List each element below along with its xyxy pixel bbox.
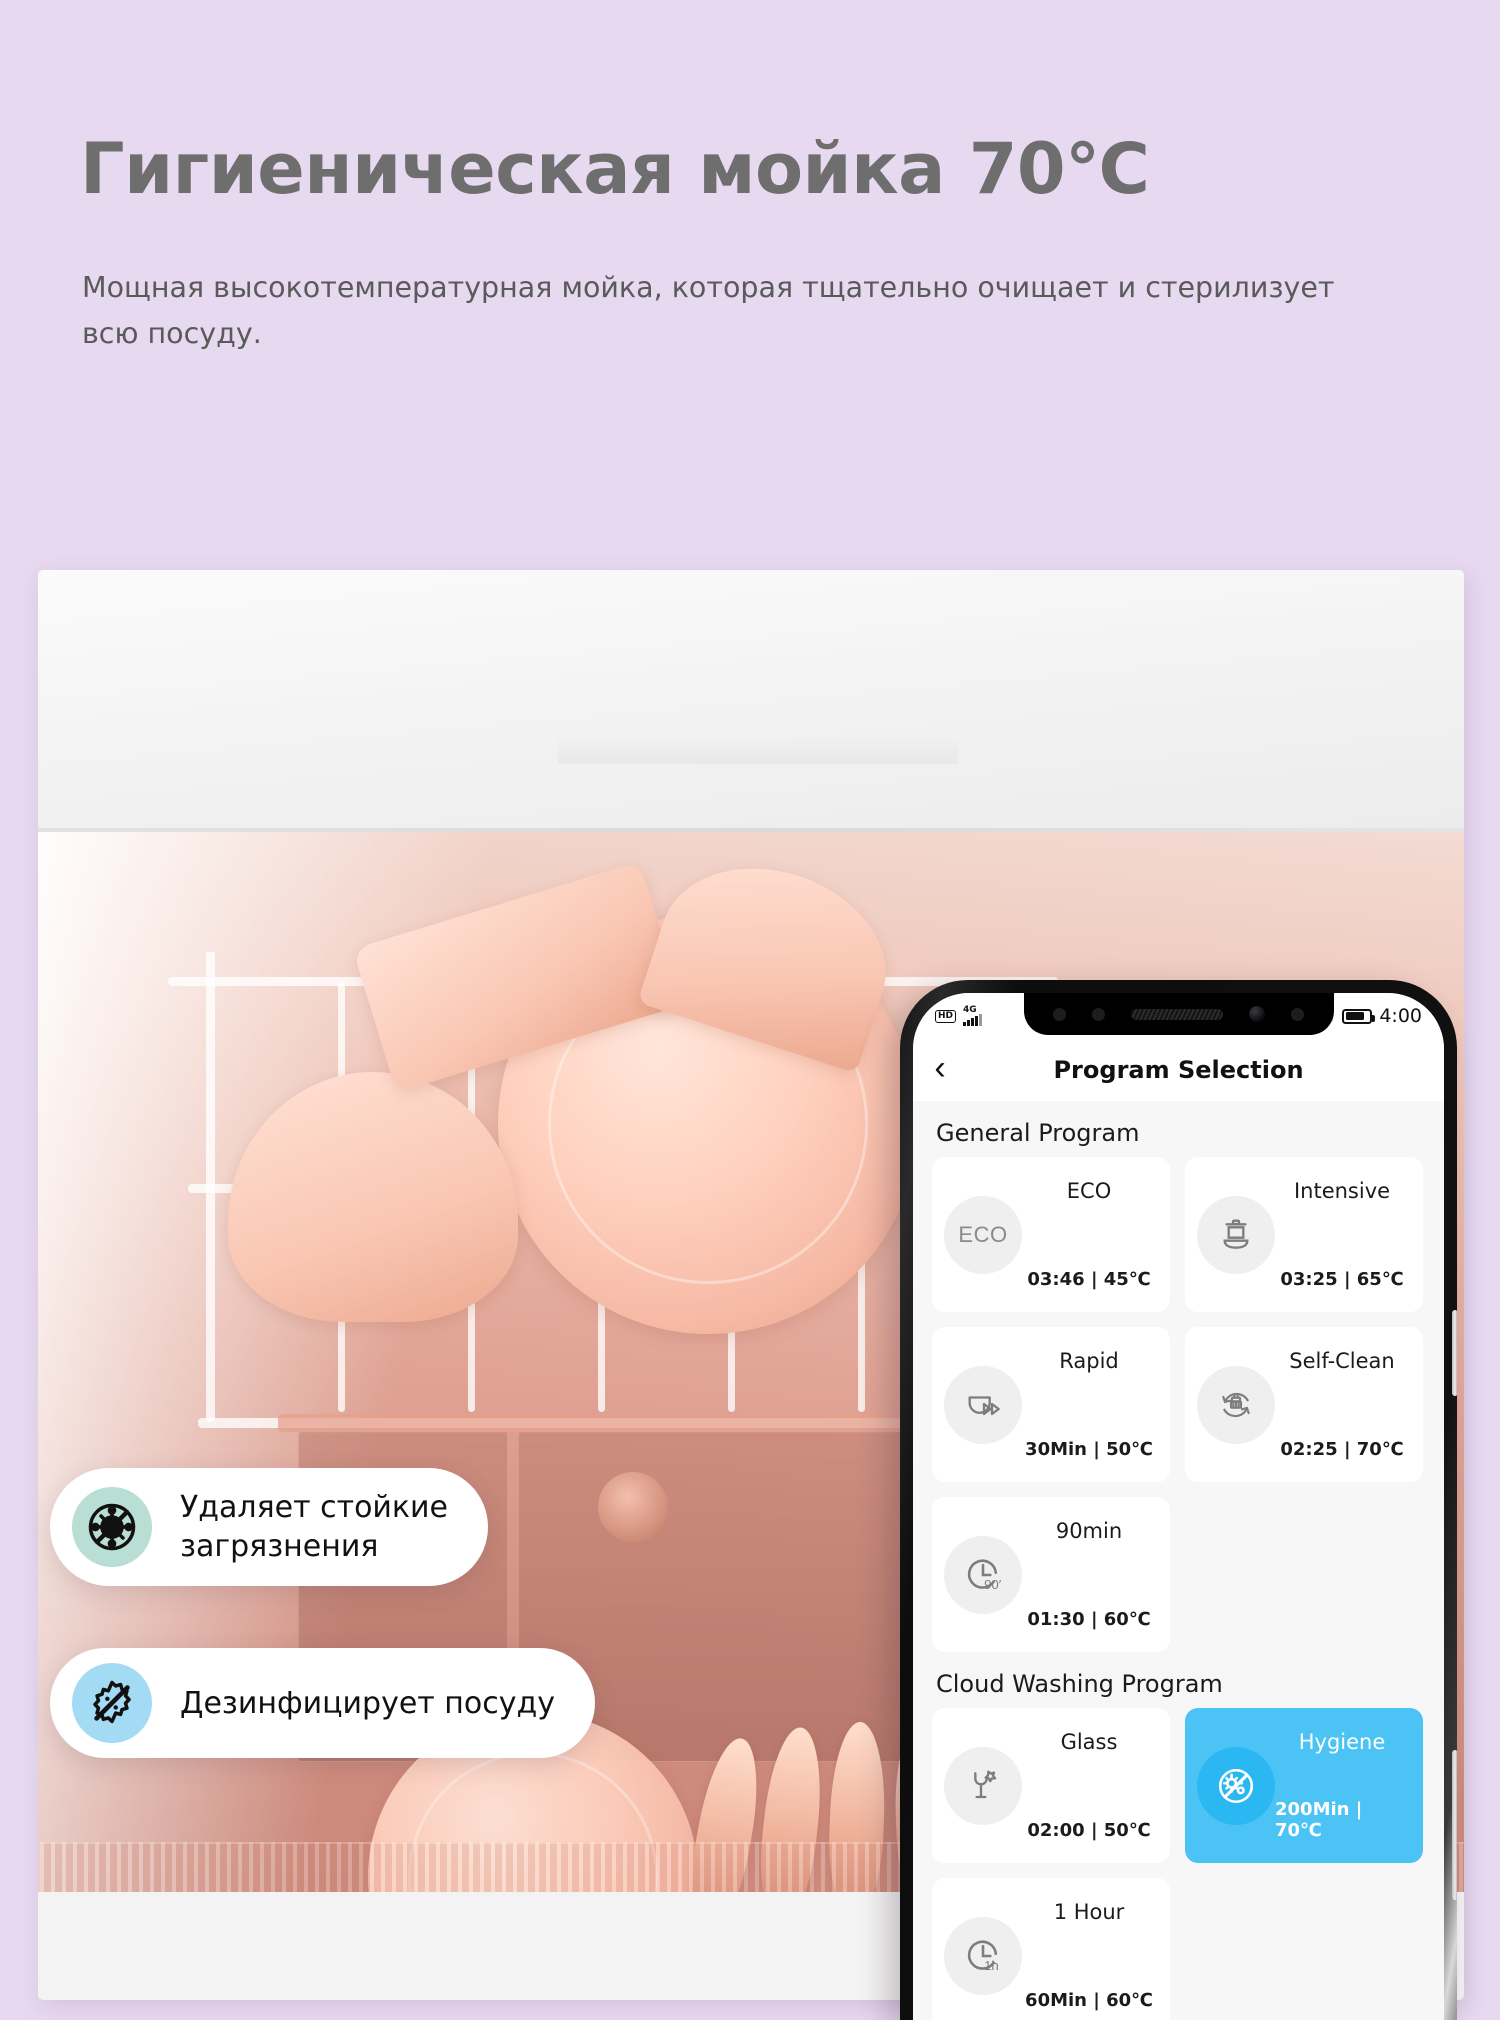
program-sub: 02:25 | 70℃: [1280, 1439, 1404, 1460]
program-name: 90min: [1055, 1519, 1123, 1543]
program-sub: 30Min | 50℃: [1025, 1439, 1153, 1460]
signal-bars-icon: 4G: [963, 1006, 982, 1026]
program-card-eco[interactable]: ECO ECO 03:46 | 45℃: [932, 1157, 1170, 1312]
program-card-1-hour[interactable]: 1h 1 Hour 60Min | 60℃: [932, 1878, 1170, 2020]
pot-icon: [1197, 1195, 1275, 1274]
germ-blocked-icon: [1197, 1746, 1275, 1825]
program-card-rapid[interactable]: Rapid 30Min | 50℃: [932, 1327, 1170, 1482]
section-title-cloud: Cloud Washing Program: [936, 1670, 1223, 1698]
dishwasher-door: [38, 570, 1464, 832]
app-bar: ‹ Program Selection: [913, 1039, 1444, 1101]
program-name: Hygiene: [1298, 1730, 1386, 1754]
section-title-general: General Program: [936, 1119, 1140, 1147]
feature-pill-stain-removal: Удаляет стойкие загрязнения: [50, 1468, 488, 1586]
sensor-dot-icon: [1053, 1007, 1066, 1021]
door-handle: [558, 738, 958, 764]
sensor-dot-icon: [1291, 1007, 1304, 1021]
program-grid-general: ECO ECO 03:46 | 45℃ Intensive 03:25 | 65…: [932, 1157, 1425, 1652]
program-list: General Program ECO ECO 03:46 | 45℃ Inte…: [913, 1101, 1444, 2020]
program-sub: 200Min | 70℃: [1275, 1799, 1363, 1841]
program-name: Rapid: [1059, 1349, 1119, 1373]
battery-icon: [1342, 1008, 1376, 1024]
phone-screen: HD 4G 4:00 ‹ Program Selection General P…: [913, 993, 1444, 2020]
program-card-self-clean[interactable]: Self-Clean 02:25 | 70℃: [1185, 1327, 1423, 1482]
program-sub: 03:46 | 45℃: [1027, 1269, 1151, 1290]
earpiece-speaker: [1131, 1008, 1223, 1020]
wine-glass-icon: [944, 1746, 1022, 1825]
sensor-dot-icon: [1092, 1007, 1105, 1021]
phone-volume-button[interactable]: [1452, 1750, 1457, 1900]
virus-blocked-icon: [72, 1487, 152, 1567]
bowl-fast-icon: [944, 1365, 1022, 1444]
phone-side-button[interactable]: [1452, 1310, 1457, 1396]
clock-90-icon: 90′: [944, 1535, 1022, 1614]
program-name: Intensive: [1293, 1179, 1391, 1203]
page-title: Гигиеническая мойка 70℃: [80, 128, 1150, 210]
svg-text:90′: 90′: [984, 1576, 1002, 1591]
feature-pill-disinfection: Дезинфицирует посуду: [50, 1648, 595, 1758]
program-card-intensive[interactable]: Intensive 03:25 | 65℃: [1185, 1157, 1423, 1312]
page-header: Гигиеническая мойка 70℃ Мощная высокотем…: [0, 0, 1500, 570]
program-sub: 60Min | 60℃: [1025, 1990, 1153, 2011]
spray-hub: [598, 1472, 668, 1542]
program-name: 1 Hour: [1053, 1900, 1125, 1924]
program-sub: 02:00 | 50℃: [1027, 1820, 1151, 1841]
germ-slashed-icon: [72, 1663, 152, 1743]
program-sub: 03:25 | 65℃: [1280, 1269, 1404, 1290]
program-card-glass[interactable]: Glass 02:00 | 50℃: [932, 1708, 1170, 1863]
phone-notch: [1023, 993, 1334, 1035]
feature-pill-label: Удаляет стойкие загрязнения: [180, 1490, 448, 1564]
program-name: Glass: [1060, 1730, 1118, 1754]
status-time: 4:00: [1379, 1005, 1422, 1027]
front-camera-icon: [1249, 1006, 1265, 1022]
phone-mockup: HD 4G 4:00 ‹ Program Selection General P…: [900, 980, 1457, 2020]
clock-1h-icon: 1h: [944, 1916, 1022, 1995]
eco-text-icon: ECO: [944, 1195, 1022, 1274]
svg-text:1h: 1h: [984, 1957, 999, 1972]
program-name: Self-Clean: [1289, 1349, 1395, 1373]
brush-cycle-icon: [1197, 1365, 1275, 1444]
program-card-hygiene[interactable]: Hygiene 200Min | 70℃: [1185, 1708, 1423, 1863]
page-subtitle: Мощная высокотемпературная мойка, котора…: [82, 271, 1335, 350]
feature-pill-label: Дезинфицирует посуду: [180, 1685, 555, 1721]
program-name: ECO: [1066, 1179, 1112, 1203]
program-card-90min[interactable]: 90′ 90min 01:30 | 60℃: [932, 1497, 1170, 1652]
program-grid-cloud: Glass 02:00 | 50℃ Hygiene 200Min | 70℃ 1…: [932, 1708, 1425, 2020]
page-title: Program Selection: [1053, 1056, 1304, 1084]
hd-icon: HD: [935, 1009, 957, 1023]
program-sub: 01:30 | 60℃: [1027, 1609, 1151, 1630]
